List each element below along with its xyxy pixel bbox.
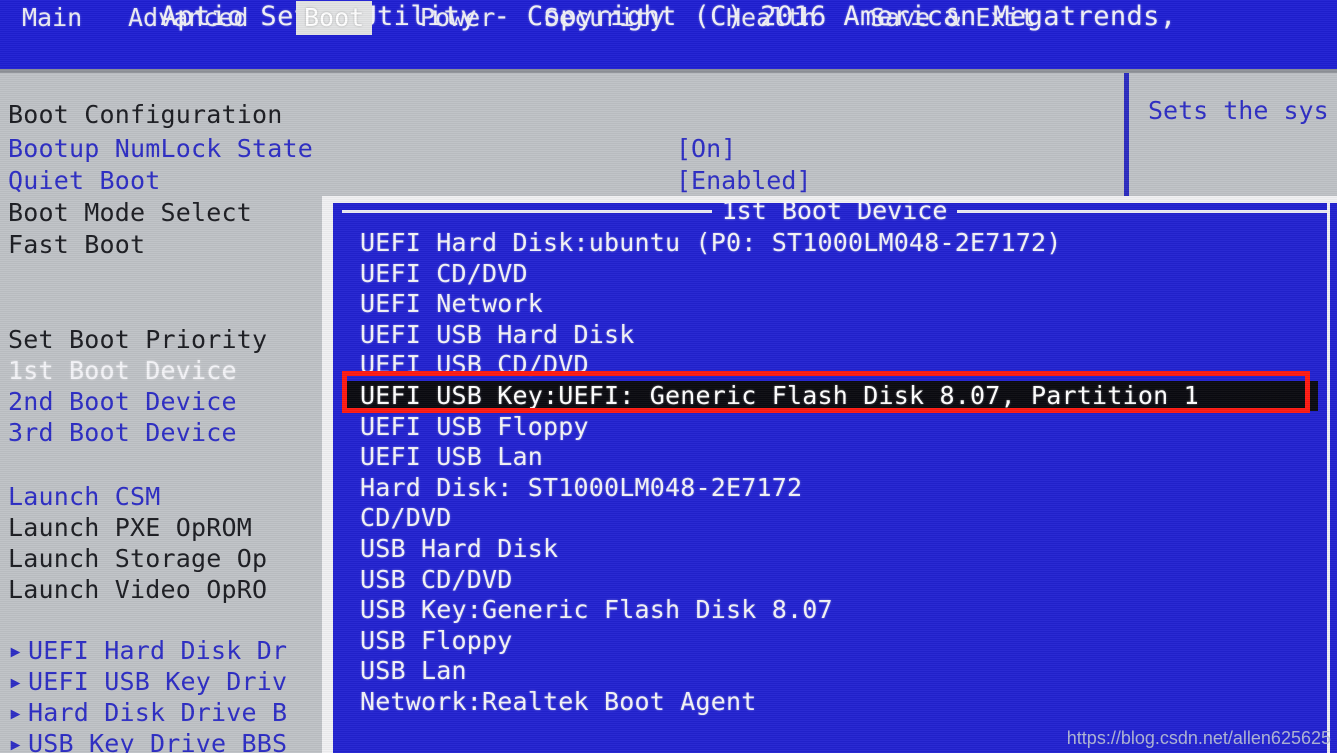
setting-row-launch-storage-op[interactable]: Launch Storage Op: [8, 544, 267, 574]
bios-setup-screen: Aptio Setup Utility - Copyright (C) 2016…: [0, 0, 1337, 753]
popup-title-bar: 1st Boot Device: [342, 196, 1327, 226]
setting-label: Launch Storage Op: [8, 544, 268, 573]
boot-option[interactable]: UEFI USB Lan: [360, 442, 543, 472]
setting-row-fast-boot[interactable]: Fast Boot: [8, 230, 145, 260]
setting-label: Hard Disk Drive B: [28, 698, 288, 727]
setting-label: Launch PXE OpROM: [8, 513, 253, 542]
boot-option[interactable]: UEFI CD/DVD: [360, 259, 528, 289]
popup-title-rule-right: [957, 209, 1327, 213]
setting-label: Quiet Boot: [8, 166, 161, 195]
setting-label: 3rd Boot Device: [8, 418, 237, 447]
boot-option[interactable]: UEFI USB CD/DVD: [360, 350, 589, 380]
submenu-arrow-icon: ▸: [8, 729, 24, 753]
submenu-arrow-icon: ▸: [8, 698, 24, 727]
popup-title: 1st Boot Device: [721, 196, 948, 225]
tab-health[interactable]: Health: [718, 1, 824, 35]
boot-option[interactable]: UEFI Hard Disk:ubuntu (P0: ST1000LM048-2…: [360, 228, 1062, 258]
boot-option[interactable]: USB CD/DVD: [360, 565, 513, 595]
boot-option[interactable]: USB Key:Generic Flash Disk 8.07: [360, 595, 833, 625]
setting-label: UEFI Hard Disk Dr: [28, 636, 288, 665]
setting-row-1st-boot-device[interactable]: 1st Boot Device: [8, 356, 237, 386]
boot-option[interactable]: CD/DVD: [360, 503, 452, 533]
setting-label: Fast Boot: [8, 230, 146, 259]
boot-option-selected[interactable]: UEFI USB Key:UEFI: Generic Flash Disk 8.…: [346, 381, 1318, 411]
setting-label: Launch CSM: [8, 482, 161, 511]
setting-value-bootup-numlock-state[interactable]: [On]: [676, 134, 736, 164]
setting-label: Bootup NumLock State: [8, 134, 314, 163]
setting-label: 1st Boot Device: [8, 356, 237, 385]
boot-option[interactable]: Network:Realtek Boot Agent: [360, 687, 757, 717]
setting-row-boot-mode-select[interactable]: Boot Mode Select: [8, 198, 252, 228]
popup-right-border: [1327, 200, 1330, 753]
setting-row-set-boot-priority[interactable]: Set Boot Priority: [8, 325, 267, 355]
setting-row-uefi-usb-key-driv[interactable]: ▸ UEFI USB Key Driv: [8, 667, 287, 697]
setting-row-quiet-boot[interactable]: Quiet Boot: [8, 166, 161, 196]
setting-row-3rd-boot-device[interactable]: 3rd Boot Device: [8, 418, 237, 448]
tab-boot[interactable]: Boot: [296, 1, 373, 35]
setting-row-2nd-boot-device[interactable]: 2nd Boot Device: [8, 387, 237, 417]
boot-option[interactable]: Hard Disk: ST1000LM048-2E7172: [360, 473, 802, 503]
setting-label: Launch Video OpRO: [8, 575, 268, 604]
submenu-arrow-icon: ▸: [8, 667, 24, 696]
pane-top-divider: [0, 69, 1337, 73]
setting-label: Boot Configuration: [8, 100, 283, 129]
setting-label: Boot Mode Select: [8, 198, 253, 227]
popup-title-rule-left: [342, 209, 712, 213]
setting-label: UEFI USB Key Driv: [28, 667, 288, 696]
setting-value-quiet-boot[interactable]: [Enabled]: [676, 166, 811, 196]
boot-option[interactable]: USB Lan: [360, 656, 467, 686]
boot-option[interactable]: UEFI USB Hard Disk: [360, 320, 635, 350]
setting-row-usb-key-drive-bbs[interactable]: ▸ USB Key Drive BBS: [8, 729, 287, 753]
help-pane: [1136, 78, 1337, 184]
tab-main[interactable]: Main: [14, 1, 90, 35]
tab-advanced[interactable]: Advanced: [120, 1, 256, 35]
setting-row-uefi-hard-disk-dr[interactable]: ▸ UEFI Hard Disk Dr: [8, 636, 287, 666]
menu-bar: [0, 33, 1337, 69]
setting-label: Set Boot Priority: [8, 325, 268, 354]
setting-row-launch-csm[interactable]: Launch CSM: [8, 482, 161, 512]
boot-option[interactable]: UEFI USB Floppy: [360, 412, 589, 442]
setting-row-boot-configuration[interactable]: Boot Configuration: [8, 100, 283, 130]
watermark: https://blog.csdn.net/allen625625: [1066, 728, 1331, 748]
setting-row-launch-pxe-oprom[interactable]: Launch PXE OpROM: [8, 513, 252, 543]
tab-save-exit[interactable]: Save & Exit: [862, 1, 1044, 35]
setting-label: USB Key Drive BBS: [28, 729, 288, 753]
setting-row-hard-disk-drive-b[interactable]: ▸ Hard Disk Drive B: [8, 698, 287, 728]
tab-power[interactable]: Power: [412, 1, 503, 35]
submenu-arrow-icon: ▸: [8, 636, 24, 665]
setting-row-launch-video-opro[interactable]: Launch Video OpRO: [8, 575, 267, 605]
help-text: Sets the sys: [1148, 96, 1329, 125]
boot-option[interactable]: UEFI Network: [360, 289, 543, 319]
boot-option[interactable]: USB Floppy: [360, 626, 513, 656]
tab-security[interactable]: Security: [536, 1, 672, 35]
setting-row-bootup-numlock-state[interactable]: Bootup NumLock State: [8, 134, 313, 164]
boot-option[interactable]: USB Hard Disk: [360, 534, 558, 564]
setting-label: 2nd Boot Device: [8, 387, 237, 416]
